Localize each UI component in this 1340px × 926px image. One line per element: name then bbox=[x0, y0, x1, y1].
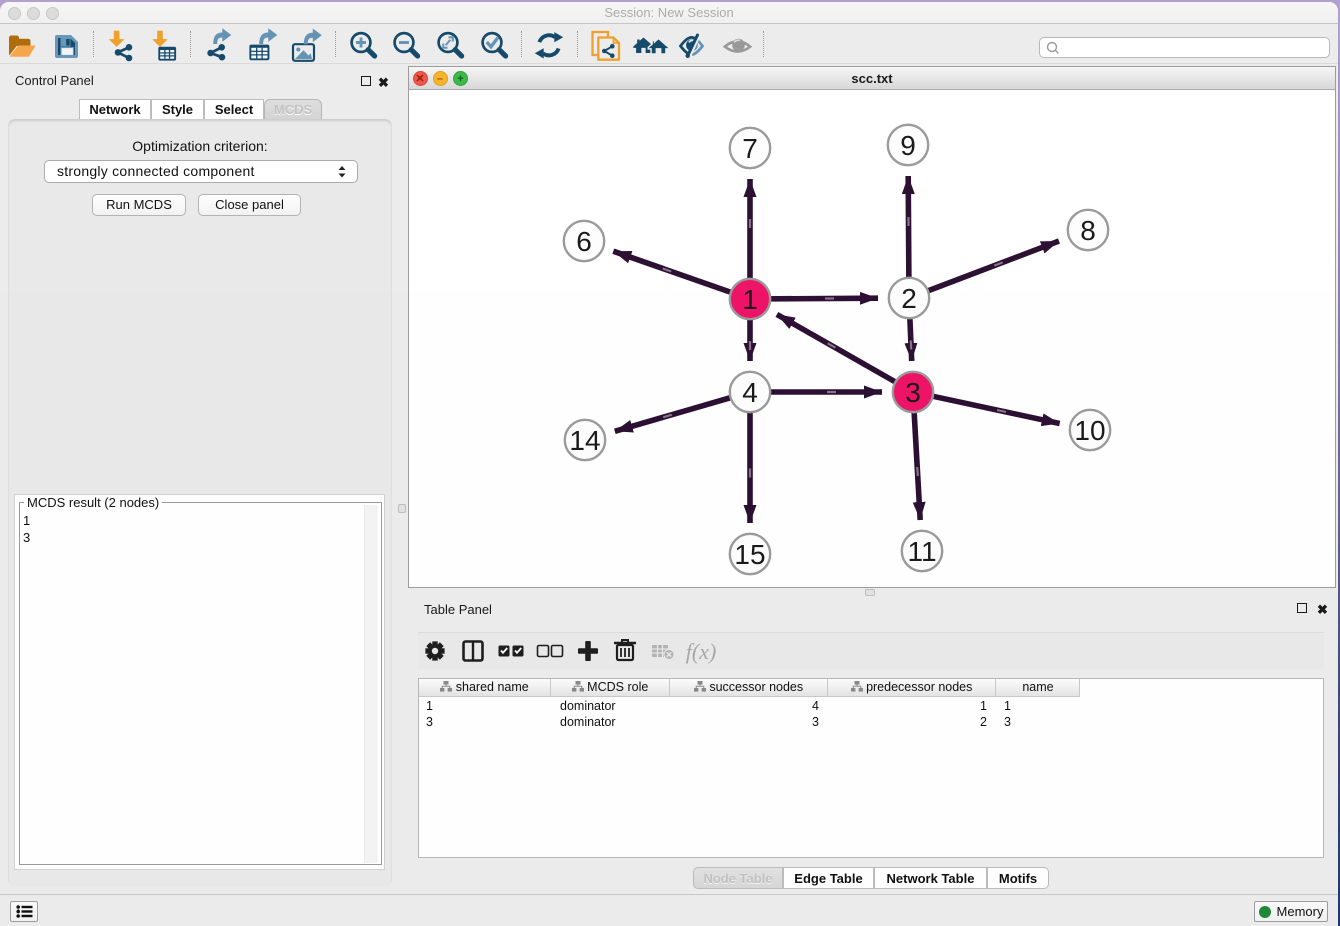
svg-text:8: 8 bbox=[1080, 215, 1096, 246]
svg-text:9: 9 bbox=[900, 130, 916, 161]
svg-text:1: 1 bbox=[742, 284, 758, 315]
svg-text:2: 2 bbox=[901, 283, 917, 314]
svg-text:14: 14 bbox=[569, 425, 600, 456]
svg-text:4: 4 bbox=[742, 377, 758, 408]
svg-text:7: 7 bbox=[742, 133, 758, 164]
svg-text:3: 3 bbox=[905, 377, 921, 408]
svg-text:11: 11 bbox=[907, 536, 936, 567]
svg-text:10: 10 bbox=[1074, 415, 1105, 446]
svg-text:15: 15 bbox=[734, 539, 765, 570]
svg-text:f(x): f(x) bbox=[686, 639, 717, 664]
svg-text:6: 6 bbox=[576, 226, 592, 257]
